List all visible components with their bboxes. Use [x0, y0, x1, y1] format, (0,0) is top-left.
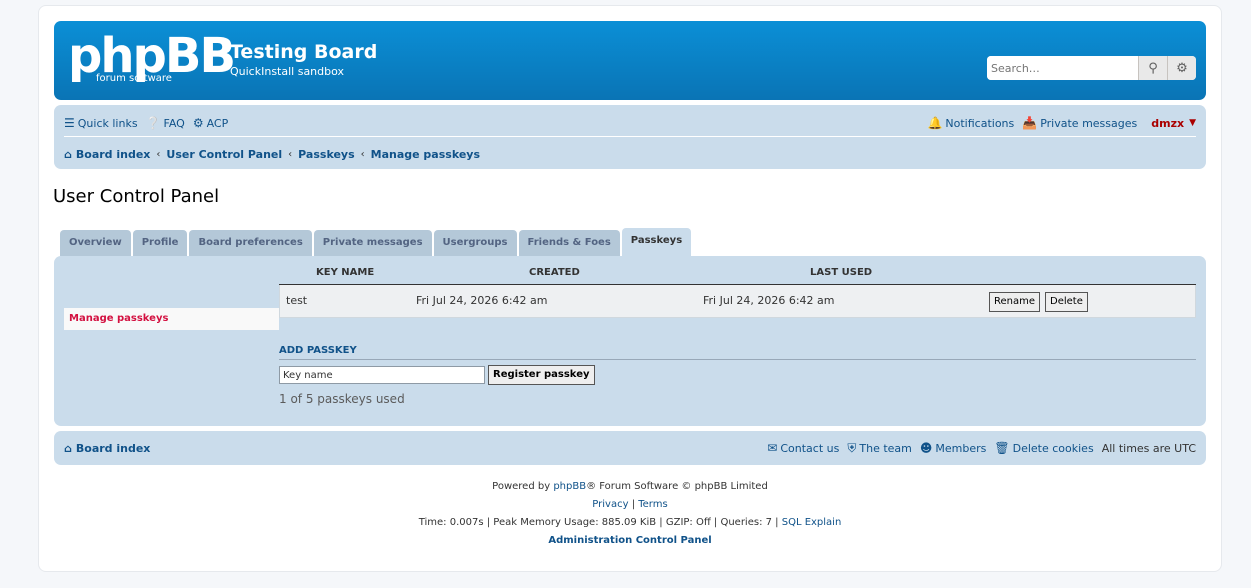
site-description: QuickInstall sandbox	[230, 65, 345, 78]
phpbb-link[interactable]: phpBB	[553, 481, 586, 492]
private-messages-link[interactable]: 📥 Private messages	[1022, 116, 1137, 130]
chevron-left-icon: ‹	[360, 148, 365, 160]
breadcrumb: ⌂ Board index ‹ User Control Panel ‹ Pass…	[64, 145, 1196, 163]
sql-explain-link[interactable]: SQL Explain	[782, 517, 842, 528]
separator: |	[628, 499, 639, 510]
tab-usergroups[interactable]: Usergroups	[433, 230, 517, 256]
shield-icon: ⛨	[847, 440, 857, 455]
notifications-label: Notifications	[945, 116, 1015, 130]
the-team-link[interactable]: ⛨ The team	[847, 441, 912, 456]
privacy-link[interactable]: Privacy	[592, 499, 628, 510]
debug-line: Time: 0.007s | Peak Memory Usage: 885.09…	[38, 514, 1222, 532]
footer-navbar: ⌂ Board index ✉ Contact us ⛨ The team ☻ Memb…	[54, 431, 1206, 465]
tab-profile[interactable]: Profile	[132, 230, 188, 256]
ucp-tabs: Overview Profile Board preferences Priva…	[60, 228, 693, 256]
footer-board-index-label: Board index	[75, 441, 151, 455]
copyright-block: Powered by phpBB® Forum Software © phpBB…	[38, 478, 1222, 550]
username-menu[interactable]: dmzx	[1151, 117, 1184, 130]
delete-cookies-link[interactable]: 🗑 Delete cookies	[994, 441, 1093, 455]
breadcrumb-passkeys[interactable]: Passkeys	[298, 148, 354, 161]
register-passkey-button[interactable]: Register passkey	[488, 365, 595, 385]
acp-label: ACP	[206, 116, 229, 130]
key-name-cell: test	[286, 294, 308, 307]
terms-link[interactable]: Terms	[638, 499, 667, 510]
column-header-last-used: LAST USED	[810, 267, 873, 278]
ucp-panel: Manage passkeys KEY NAME CREATED LAST US…	[54, 256, 1206, 426]
trash-icon: 🗑	[994, 441, 1010, 455]
quick-links-menu[interactable]: ☰ Quick links	[64, 116, 138, 130]
key-name-input[interactable]	[279, 366, 485, 384]
search-button[interactable]: ⚲	[1138, 56, 1167, 80]
gear-icon: ⚙	[1176, 60, 1188, 76]
debug-text: Time: 0.007s | Peak Memory Usage: 885.09…	[418, 517, 782, 528]
caret-down-icon[interactable]: ▼	[1189, 118, 1196, 128]
question-circle-icon: ❔	[145, 116, 161, 130]
acp-link[interactable]: ⚙ ACP	[193, 116, 228, 130]
passkey-usage-text: 1 of 5 passkeys used	[279, 392, 405, 406]
contact-us-link[interactable]: ✉ Contact us	[767, 441, 839, 455]
created-cell: Fri Jul 24, 2026 6:42 am	[416, 294, 548, 307]
users-icon: ☻	[919, 441, 933, 455]
site-logo[interactable]: phpBB forum software	[68, 32, 236, 84]
members-link[interactable]: ☻ Members	[920, 441, 987, 455]
delete-cookies-label: Delete cookies	[1012, 441, 1094, 455]
rename-button[interactable]: Rename	[989, 292, 1041, 312]
column-header-created: CREATED	[529, 267, 580, 278]
breadcrumb-manage-passkeys[interactable]: Manage passkeys	[371, 148, 480, 161]
delete-button[interactable]: Delete	[1045, 292, 1088, 312]
quick-links-label: Quick links	[77, 116, 138, 130]
tab-board-preferences[interactable]: Board preferences	[189, 230, 312, 256]
add-passkey-divider	[279, 359, 1196, 360]
powered-by-line: Powered by phpBB® Forum Software © phpBB…	[38, 478, 1222, 496]
bell-icon: 🔔	[927, 116, 943, 130]
footer-board-index[interactable]: ⌂ Board index	[64, 442, 150, 455]
notifications-link[interactable]: 🔔 Notifications	[927, 116, 1014, 130]
powered-by-text: Powered by	[492, 481, 554, 492]
search-box: ⚲ ⚙	[987, 56, 1196, 80]
site-title: Testing Board	[230, 41, 378, 63]
last-used-cell: Fri Jul 24, 2026 6:42 am	[703, 294, 835, 307]
cogs-icon: ⚙	[192, 116, 204, 130]
tab-private-messages[interactable]: Private messages	[313, 230, 432, 256]
tab-friends-foes[interactable]: Friends & Foes	[518, 230, 620, 256]
logo-subtext: forum software	[96, 73, 172, 84]
powered-by-suffix: ® Forum Software © phpBB Limited	[586, 481, 768, 492]
add-passkey-heading: ADD PASSKEY	[279, 345, 357, 356]
search-icon: ⚲	[1148, 60, 1158, 76]
acp-footer-link[interactable]: Administration Control Panel	[38, 532, 1222, 550]
nav-divider	[64, 136, 1196, 137]
faq-label: FAQ	[163, 116, 185, 130]
the-team-label: The team	[859, 441, 912, 455]
chevron-left-icon: ‹	[288, 148, 293, 160]
advanced-search-button[interactable]: ⚙	[1167, 56, 1196, 80]
chevron-left-icon: ‹	[156, 148, 161, 160]
faq-link[interactable]: ❔ FAQ	[146, 116, 185, 130]
table-row: test Fri Jul 24, 2026 6:42 am Fri Jul 24…	[279, 285, 1196, 318]
sidebar-item-manage-passkeys[interactable]: Manage passkeys	[64, 308, 279, 330]
page-title: User Control Panel	[53, 186, 220, 207]
tab-passkeys[interactable]: Passkeys	[621, 228, 692, 256]
private-messages-label: Private messages	[1040, 116, 1138, 130]
tab-overview[interactable]: Overview	[60, 230, 131, 256]
inbox-icon: 📥	[1022, 116, 1038, 130]
envelope-icon: ✉	[767, 441, 778, 455]
breadcrumb-label: Board index	[75, 147, 151, 161]
breadcrumb-ucp[interactable]: User Control Panel	[166, 148, 282, 161]
members-label: Members	[935, 441, 987, 455]
home-icon: ⌂	[64, 147, 72, 161]
home-icon: ⌂	[64, 441, 72, 455]
hamburger-icon: ☰	[64, 116, 75, 130]
column-header-key-name: KEY NAME	[316, 267, 375, 278]
legal-links: Privacy | Terms	[38, 496, 1222, 514]
search-input[interactable]	[987, 56, 1138, 80]
contact-us-label: Contact us	[780, 441, 840, 455]
breadcrumb-board-index[interactable]: ⌂ Board index	[64, 148, 150, 161]
timezone-text: All times are UTC	[1101, 441, 1196, 455]
navbar: ☰ Quick links ❔ FAQ ⚙ ACP 🔔 Notifications 📥 P…	[54, 105, 1206, 169]
